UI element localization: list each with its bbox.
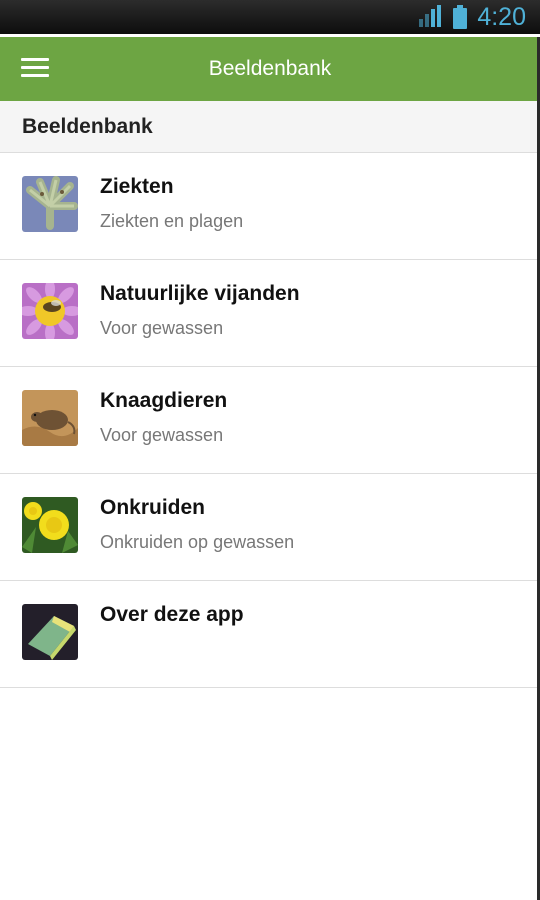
app-title: Beeldenbank [208, 57, 332, 80]
section-header: Beeldenbank [0, 101, 540, 153]
item-title: Over deze app [100, 603, 244, 626]
item-subtitle: Voor gewassen [100, 318, 224, 338]
item-subtitle: Ziekten en plagen [100, 211, 244, 231]
status-icons: 4:20 [419, 0, 526, 34]
item-title: Onkruiden [100, 496, 206, 519]
status-time: 4:20 [477, 3, 526, 31]
list-item-natuurlijke-vijanden[interactable]: Natuurlijke vijanden Voor gewassen [0, 260, 540, 367]
list-item-ziekten[interactable]: Ziekten Ziekten en plagen [0, 153, 540, 260]
item-title: Knaagdieren [100, 389, 228, 412]
item-title: Natuurlijke vijanden [100, 282, 300, 305]
battery-icon [453, 5, 468, 29]
list-item-over-deze-app[interactable]: Over deze app [0, 581, 540, 688]
list-item-onkruiden[interactable]: Onkruiden Onkruiden op gewassen [0, 474, 540, 581]
app-bar: Beeldenbank [0, 37, 540, 101]
item-title: Ziekten [100, 175, 174, 198]
rodent-icon [22, 390, 78, 446]
leaf-disease-icon [22, 176, 78, 232]
section-title: Beeldenbank [22, 115, 153, 138]
dandelion-icon [22, 497, 78, 553]
signal-icon [419, 5, 443, 29]
status-bar: 4:20 [0, 0, 540, 34]
bee-on-flower-icon [22, 283, 78, 339]
app-logo-icon [22, 604, 78, 660]
item-subtitle: Onkruiden op gewassen [100, 532, 295, 552]
category-list: Ziekten Ziekten en plagen Natuurlijke vi… [0, 153, 540, 688]
list-item-knaagdieren[interactable]: Knaagdieren Voor gewassen [0, 367, 540, 474]
item-subtitle: Voor gewassen [100, 425, 224, 445]
